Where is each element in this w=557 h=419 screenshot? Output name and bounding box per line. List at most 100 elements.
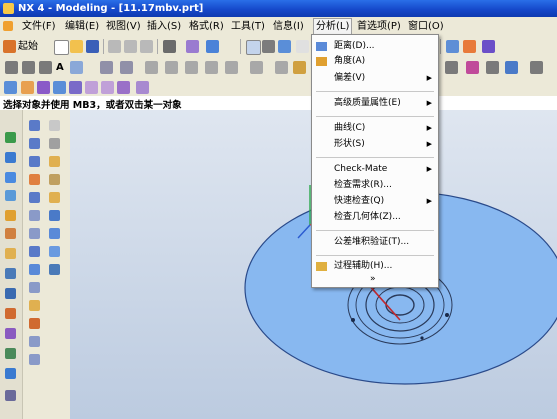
rectangle-icon[interactable] <box>70 61 83 74</box>
view-icon[interactable] <box>262 40 275 53</box>
tool-icon[interactable] <box>29 210 40 221</box>
tool-icon[interactable] <box>49 138 60 149</box>
tool-icon[interactable] <box>49 246 60 257</box>
paste-icon[interactable] <box>140 40 153 53</box>
menu-insert[interactable]: 插入(S) <box>147 19 181 34</box>
tool-icon[interactable] <box>49 120 60 131</box>
menu-item-tolerance-stackup[interactable]: 公差堆积验证(T)... <box>312 235 438 250</box>
polygon-icon[interactable] <box>100 61 113 74</box>
system-materials-icon[interactable] <box>5 228 16 239</box>
new-icon[interactable] <box>54 40 69 55</box>
hole-icon[interactable] <box>53 81 66 94</box>
save-icon[interactable] <box>86 40 99 53</box>
shade-icon[interactable] <box>463 40 476 53</box>
help-icon[interactable] <box>5 368 16 379</box>
menu-item-check-requirements[interactable]: 检查需求(R)... <box>312 178 438 193</box>
roles-icon[interactable] <box>5 288 16 299</box>
more-tools-icon[interactable] <box>530 61 543 74</box>
mesh-icon[interactable] <box>466 61 479 74</box>
tool-icon[interactable] <box>49 156 60 167</box>
menu-preferences[interactable]: 首选项(P) <box>357 19 401 34</box>
revolve-icon[interactable] <box>21 81 34 94</box>
zoom-icon[interactable] <box>278 40 291 53</box>
menu-item-advanced-mass-properties[interactable]: 高级质量属性(E) ▶ <box>312 96 438 111</box>
circle-icon[interactable] <box>39 61 52 74</box>
groove-icon[interactable] <box>136 81 149 94</box>
snap-icon[interactable] <box>505 61 518 74</box>
offset-curve-icon[interactable] <box>145 61 158 74</box>
menu-edit[interactable]: 编辑(E) <box>65 19 99 34</box>
pocket-icon[interactable] <box>85 81 98 94</box>
menu-item-check-mate[interactable]: Check-Mate ▶ <box>312 162 438 177</box>
extrude-icon[interactable] <box>4 81 17 94</box>
part-navigator-icon[interactable] <box>5 152 16 163</box>
menu-item-quick-check[interactable]: 快速检查(Q) ▶ <box>312 194 438 209</box>
bridge-curve-icon[interactable] <box>165 61 178 74</box>
tool-icon[interactable] <box>49 192 60 203</box>
surface-icon[interactable] <box>445 61 458 74</box>
menu-item-shape[interactable]: 形状(S) ▶ <box>312 137 438 152</box>
menu-item-angle[interactable]: 角度(A) <box>312 54 438 69</box>
edit-icon[interactable] <box>186 40 199 53</box>
open-icon[interactable] <box>70 40 83 53</box>
menu-format[interactable]: 格式(R) <box>189 19 224 34</box>
settings-icon[interactable] <box>5 390 16 401</box>
feature-icon[interactable] <box>293 61 306 74</box>
tool-icon[interactable] <box>29 156 40 167</box>
fit-icon[interactable] <box>246 40 261 55</box>
tool-icon[interactable] <box>49 210 60 221</box>
start-button[interactable]: 起始 <box>18 40 38 53</box>
tool-icon[interactable] <box>29 120 40 131</box>
tool-icon[interactable] <box>29 174 40 185</box>
tool-icon[interactable] <box>49 228 60 239</box>
copy-icon[interactable] <box>124 40 137 53</box>
boss-icon[interactable] <box>69 81 82 94</box>
extend-curve-icon[interactable] <box>225 61 238 74</box>
menu-item-deviation[interactable]: 偏差(V) ▶ <box>312 71 438 86</box>
text-icon[interactable]: A <box>56 61 64 74</box>
reuse-library-icon[interactable] <box>5 172 16 183</box>
tool-icon[interactable] <box>49 174 60 185</box>
history-icon[interactable] <box>5 210 16 221</box>
tool-icon[interactable] <box>29 300 40 311</box>
fillet-curve-icon[interactable] <box>250 61 263 74</box>
tool-icon[interactable] <box>29 336 40 347</box>
menu-item-curve[interactable]: 曲线(C) ▶ <box>312 121 438 136</box>
menu-window[interactable]: 窗口(O) <box>408 19 444 34</box>
menu-file[interactable]: 文件(F) <box>22 19 56 34</box>
menu-item-distance[interactable]: 距离(D)... <box>312 39 438 54</box>
sweep-icon[interactable] <box>37 81 50 94</box>
menu-information[interactable]: 信息(I) <box>273 19 304 34</box>
trim-curve-icon[interactable] <box>205 61 218 74</box>
training-icon[interactable] <box>5 348 16 359</box>
divide-curve-icon[interactable] <box>275 61 288 74</box>
menu-expand-button[interactable]: » <box>312 273 438 285</box>
render-icon[interactable] <box>482 40 495 53</box>
menu-item-process-assistant[interactable]: 过程辅助(H)... <box>312 259 438 274</box>
tool-icon[interactable] <box>29 138 40 149</box>
spline-icon[interactable] <box>120 61 133 74</box>
tool-icon[interactable] <box>29 264 40 275</box>
rotate-icon[interactable] <box>296 40 309 53</box>
tool-icon[interactable] <box>29 246 40 257</box>
menu-tools[interactable]: 工具(T) <box>231 19 265 34</box>
tool-icon[interactable] <box>29 354 40 365</box>
manufacturing-wizard-icon[interactable] <box>5 268 16 279</box>
process-studio-icon[interactable] <box>5 248 16 259</box>
cut-icon[interactable] <box>108 40 121 53</box>
tool-icon[interactable] <box>29 192 40 203</box>
layer-icon[interactable] <box>446 40 459 53</box>
tool-icon[interactable] <box>29 318 40 329</box>
tool-icon[interactable] <box>29 282 40 293</box>
web-browser-icon[interactable] <box>5 190 16 201</box>
menu-view[interactable]: 视图(V) <box>106 19 141 34</box>
select-icon[interactable] <box>206 40 219 53</box>
tool-icon[interactable] <box>49 264 60 275</box>
analysis-tool-icon[interactable] <box>486 61 499 74</box>
palette-icon[interactable] <box>5 328 16 339</box>
menu-item-examine-geometry[interactable]: 检查几何体(Z)... <box>312 210 438 225</box>
assembly-navigator-icon[interactable] <box>5 132 16 143</box>
tool-icon[interactable] <box>29 228 40 239</box>
project-curve-icon[interactable] <box>185 61 198 74</box>
slot-icon[interactable] <box>117 81 130 94</box>
